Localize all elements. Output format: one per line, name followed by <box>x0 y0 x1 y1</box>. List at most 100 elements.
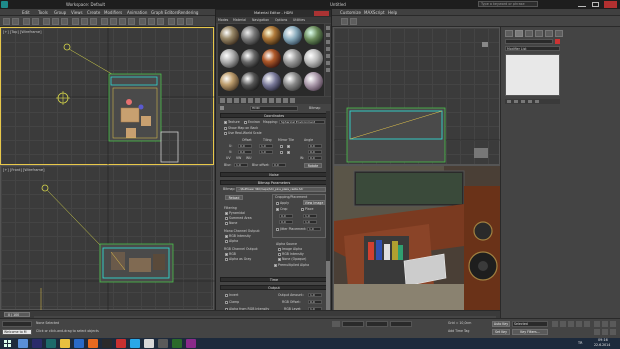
orbit-icon[interactable] <box>594 329 600 335</box>
menu-rendering[interactable]: Rendering <box>178 10 198 15</box>
close-button[interactable] <box>604 1 617 8</box>
timeline[interactable]: 0 / 100 <box>0 310 500 318</box>
taskbar-date[interactable]: 22.6.2014 <box>594 343 610 347</box>
rotate-button[interactable] <box>81 18 88 25</box>
time-rollout-header[interactable]: Time <box>220 277 328 282</box>
sample-slot[interactable] <box>220 72 239 91</box>
crop-w-spinner[interactable]: 1,0 <box>303 214 317 218</box>
search-field[interactable]: Type a keyword or phrase <box>478 1 538 7</box>
noise-rollout-header[interactable]: Noise <box>220 172 328 177</box>
undo-button[interactable] <box>3 18 10 25</box>
texture-radio[interactable] <box>224 121 227 124</box>
taskbar-chrome-icon[interactable] <box>144 339 154 348</box>
pyramidal-radio[interactable] <box>225 212 228 215</box>
reload-button[interactable]: Reload <box>225 195 243 200</box>
taskbar-time[interactable]: 09:16 <box>598 338 608 342</box>
menu-graph-editors[interactable]: Graph Editors <box>151 10 178 15</box>
put-to-library-button[interactable] <box>255 98 260 103</box>
place-radio[interactable] <box>301 208 304 211</box>
sample-slot[interactable] <box>304 72 323 91</box>
taskbar-app4-icon[interactable] <box>186 339 196 348</box>
selection-set-dropdown[interactable]: Selected <box>512 321 548 327</box>
make-unique-button[interactable] <box>248 98 253 103</box>
taskbar-app2-icon[interactable] <box>158 339 168 348</box>
taskbar-media-icon[interactable] <box>116 339 126 348</box>
menu-create[interactable]: Create <box>87 10 100 15</box>
utilities-tab-icon[interactable] <box>555 30 563 37</box>
set-key-button[interactable]: Set Key <box>492 329 510 335</box>
sample-slot[interactable] <box>220 26 239 45</box>
sample-slot[interactable] <box>262 72 281 91</box>
crop-v-spinner[interactable]: 0,0 <box>279 220 293 224</box>
display-tab-icon[interactable] <box>545 30 553 37</box>
modify-tab-icon[interactable] <box>515 30 523 37</box>
get-material-button[interactable] <box>220 98 225 103</box>
mat-menu-modes[interactable]: Modes <box>218 18 228 22</box>
blur-spinner[interactable]: 1,0 <box>234 163 248 167</box>
next-frame-icon[interactable] <box>576 321 582 327</box>
mapping-dropdown[interactable]: Spherical Environment <box>279 120 325 124</box>
go-to-parent-button[interactable] <box>283 98 288 103</box>
modifier-stack[interactable] <box>505 54 560 96</box>
taskbar-app-icon[interactable] <box>102 339 112 348</box>
sample-type-button[interactable] <box>326 26 330 30</box>
sample-slot[interactable] <box>283 72 302 91</box>
scale-button[interactable] <box>90 18 97 25</box>
snap-button[interactable] <box>101 18 108 25</box>
menu-customize[interactable]: Customize <box>340 10 361 15</box>
minimize-button[interactable] <box>578 2 586 7</box>
menu-group[interactable]: Group <box>54 10 66 15</box>
lock-selection-icon[interactable] <box>332 321 340 327</box>
mat-menu-navigation[interactable]: Navigation <box>252 18 269 22</box>
coordinates-rollout-header[interactable]: Coordinates <box>220 113 328 118</box>
taskbar-app3-icon[interactable] <box>172 339 182 348</box>
put-to-scene-button[interactable] <box>227 98 232 103</box>
make-preview-button[interactable] <box>326 61 330 65</box>
u-tile-checkbox[interactable] <box>287 145 290 148</box>
alpha-rgb-intensity-radio[interactable] <box>278 253 281 256</box>
schematic-button[interactable] <box>157 18 164 25</box>
mat-menu-material[interactable]: Material <box>233 18 246 22</box>
pan-icon[interactable] <box>610 321 616 327</box>
align-button[interactable] <box>128 18 135 25</box>
key-filters-button[interactable]: Key Filters... <box>512 329 548 335</box>
configure-modifier-sets-icon[interactable] <box>535 100 539 103</box>
menu-animation[interactable]: Animation <box>127 10 147 15</box>
menu-modifiers[interactable]: Modifiers <box>104 10 122 15</box>
material-editor-scrollbar[interactable] <box>326 111 330 339</box>
redo-button[interactable] <box>12 18 19 25</box>
blur-offset-spinner[interactable]: 0,0 <box>272 163 286 167</box>
sample-slot[interactable] <box>241 49 260 68</box>
crop-u-spinner[interactable]: 0,0 <box>279 214 293 218</box>
region-select-button[interactable] <box>61 18 68 25</box>
sample-slot[interactable] <box>262 49 281 68</box>
alpha-as-gray-radio[interactable] <box>225 258 228 261</box>
invert-checkbox[interactable] <box>225 294 228 297</box>
maximize-button[interactable] <box>592 2 599 7</box>
backlight-button[interactable] <box>326 33 330 37</box>
rotate-button[interactable]: Rotate <box>304 163 322 168</box>
menu-views[interactable]: Views <box>71 10 83 15</box>
make-unique-icon[interactable] <box>521 100 525 103</box>
show-map-button[interactable] <box>269 98 274 103</box>
y-coordinate-field[interactable] <box>366 321 388 327</box>
sample-slot[interactable] <box>283 49 302 68</box>
u-mirror-checkbox[interactable] <box>280 145 283 148</box>
video-check-button[interactable] <box>326 54 330 58</box>
u-angle-spinner[interactable]: 0,0 <box>308 144 322 148</box>
taskbar-skype-icon[interactable] <box>130 339 140 348</box>
modifier-list-dropdown[interactable]: Modifier List <box>505 46 560 51</box>
viewport-left[interactable] <box>333 27 501 165</box>
material-editor-button[interactable] <box>168 18 175 25</box>
use-real-world-checkbox[interactable] <box>224 132 227 135</box>
render-frame-button[interactable] <box>341 18 348 25</box>
w-angle-spinner[interactable]: 0,0 <box>308 156 322 160</box>
background-button[interactable] <box>326 40 330 44</box>
angle-snap-button[interactable] <box>110 18 117 25</box>
sample-slot[interactable] <box>220 49 239 68</box>
jitter-spinner[interactable]: 1,0 <box>307 227 321 231</box>
output-amount-spinner[interactable]: 1,0 <box>308 293 322 297</box>
material-editor-titlebar[interactable]: Material Editor - HDRI <box>216 10 331 17</box>
select-by-name-button[interactable] <box>52 18 59 25</box>
reset-map-button[interactable] <box>241 98 246 103</box>
